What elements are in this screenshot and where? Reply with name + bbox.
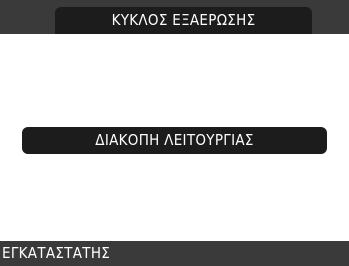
page-title: ΚΥΚΛΟΣ ΕΞΑΕΡΩΣΗΣ <box>55 7 312 34</box>
header-bar: ΚΥΚΛΟΣ ΕΞΑΕΡΩΣΗΣ <box>0 0 349 34</box>
display-screen: ΚΥΚΛΟΣ ΕΞΑΕΡΩΣΗΣ ΔΙΑΚΟΠΗ ΛΕΙΤΟΥΡΓΙΑΣ ΕΓΚ… <box>0 0 349 266</box>
installer-menu-label[interactable]: ΕΓΚΑΤΑΣΤΑΤΗΣ <box>2 241 110 266</box>
stop-operation-button[interactable]: ΔΙΑΚΟΠΗ ΛΕΙΤΟΥΡΓΙΑΣ <box>22 127 327 154</box>
footer-bar[interactable]: ΕΓΚΑΤΑΣΤΑΤΗΣ <box>0 241 349 266</box>
